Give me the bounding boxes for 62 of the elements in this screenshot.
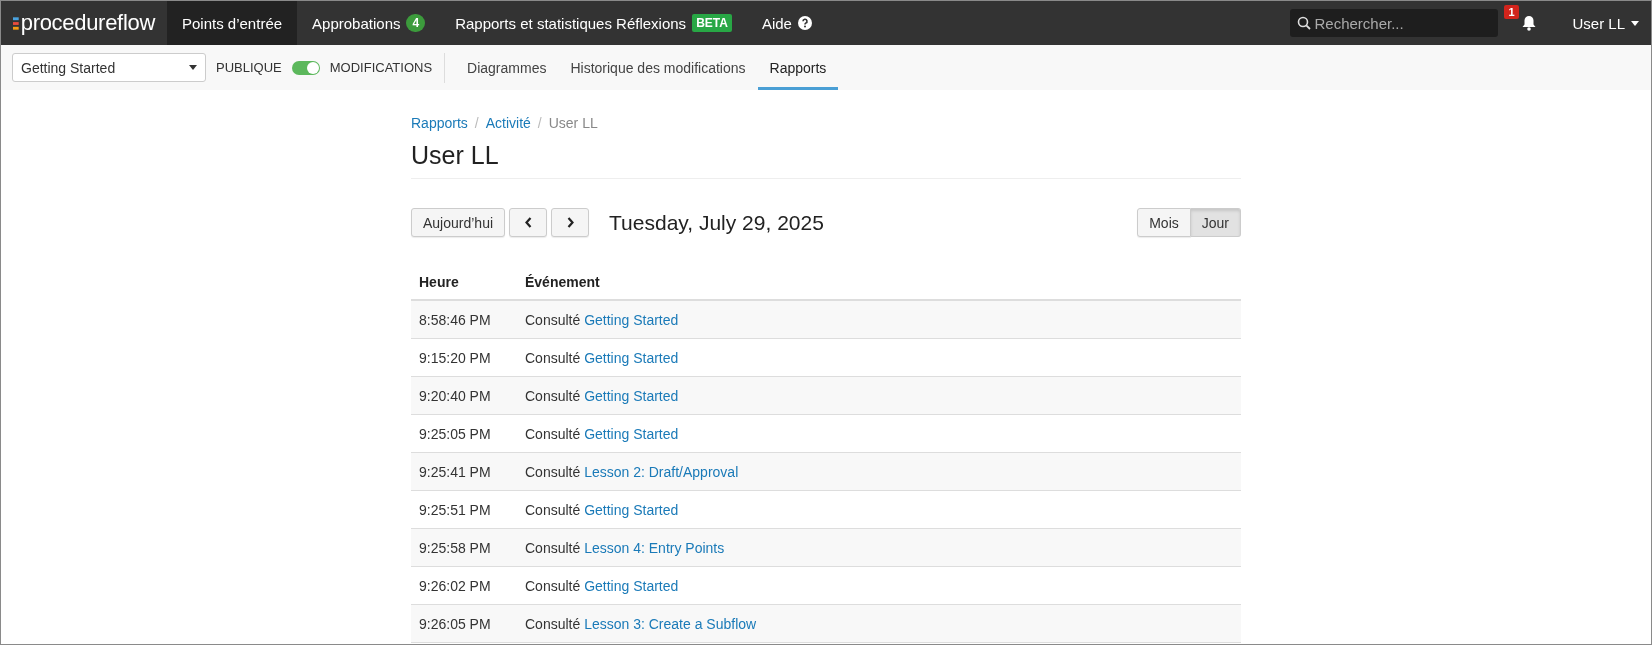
view-toggle-button[interactable]: Jour [1190, 208, 1241, 237]
nav-tab[interactable]: Rapports et statistiques Réflexions BETA [440, 1, 747, 45]
event-verb: Consulté [525, 539, 581, 556]
breadcrumb-link[interactable]: Rapports [411, 115, 468, 131]
flow-link[interactable]: Getting Started [584, 425, 679, 442]
count-badge: 4 [406, 14, 426, 32]
notification-badge: 1 [1504, 5, 1519, 19]
next-button[interactable] [551, 208, 590, 237]
flow-link[interactable]: Lesson 3: Create a Subflow [584, 615, 757, 632]
mode-toggle[interactable] [291, 60, 320, 75]
event-verb: Consulté [525, 615, 581, 632]
flow-link[interactable]: Lesson 2: Draft/Approval [584, 463, 739, 480]
event-verb: Consulté [525, 387, 581, 404]
flow-link[interactable]: Getting Started [584, 577, 679, 594]
section-tab[interactable]: Historique des modifications [558, 45, 758, 90]
breadcrumb-current: User LL [548, 115, 598, 131]
time-cell: 9:15:20 PM [411, 338, 517, 377]
beta-badge: BETA [692, 14, 732, 32]
flow-link[interactable]: Getting Started [584, 311, 679, 328]
caret-icon [189, 65, 197, 70]
time-cell: 9:25:51 PM [411, 490, 517, 529]
section-tab[interactable]: Diagrammes [455, 45, 559, 90]
toggle-label: MODIFICATIONS [329, 60, 433, 75]
user-menu[interactable]: User LL [1546, 14, 1651, 32]
flow-link[interactable]: Lesson 4: Entry Points [584, 539, 725, 556]
time-cell: 8:58:46 PM [411, 300, 517, 339]
caret-icon [1631, 20, 1639, 26]
time-cell: 9:25:05 PM [411, 414, 517, 453]
time-cell: 9:25:41 PM [411, 452, 517, 491]
breadcrumb-separator: / [537, 115, 542, 131]
section-tab[interactable]: Rapports [757, 45, 839, 90]
time-cell: 9:26:05 PM [411, 604, 517, 643]
nav-tab[interactable]: Points d’entrée [167, 1, 298, 45]
breadcrumb-separator: / [474, 115, 479, 131]
time-cell: 9:25:58 PM [411, 528, 517, 567]
flow-dropdown[interactable]: Getting Started [12, 53, 206, 82]
event-verb: Consulté [525, 311, 581, 328]
chevron-left-icon [524, 217, 532, 228]
logo-icon [13, 16, 19, 30]
toggle-label: PUBLIQUE [216, 60, 282, 75]
date-heading: Tuesday, July 29, 2025 [609, 210, 824, 235]
nav-tab[interactable]: Approbations 4 [297, 1, 441, 45]
search-field[interactable]: Rechercher... [1290, 9, 1499, 37]
flow-link[interactable]: Getting Started [584, 349, 679, 366]
breadcrumb-link[interactable]: Activité [485, 115, 531, 131]
time-cell: 9:26:02 PM [411, 566, 517, 605]
today-button[interactable]: Aujourd’hui [411, 208, 506, 237]
bell-icon[interactable] [1522, 15, 1537, 31]
view-toggle-button[interactable]: Mois [1137, 208, 1191, 237]
event-verb: Consulté [525, 501, 581, 518]
previous-button[interactable] [509, 208, 548, 237]
nav-tab[interactable]: Aide [746, 1, 827, 45]
event-verb: Consulté [525, 349, 581, 366]
event-verb: Consulté [525, 425, 581, 442]
chevron-right-icon [566, 217, 574, 228]
page-title: User LL [411, 141, 1241, 179]
time-cell: 9:20:40 PM [411, 376, 517, 415]
flow-link[interactable]: Getting Started [584, 387, 679, 404]
logo-text[interactable]: procedureflow [20, 10, 155, 36]
event-verb: Consulté [525, 577, 581, 594]
event-verb: Consulté [525, 463, 581, 480]
flow-link[interactable]: Getting Started [584, 501, 679, 518]
